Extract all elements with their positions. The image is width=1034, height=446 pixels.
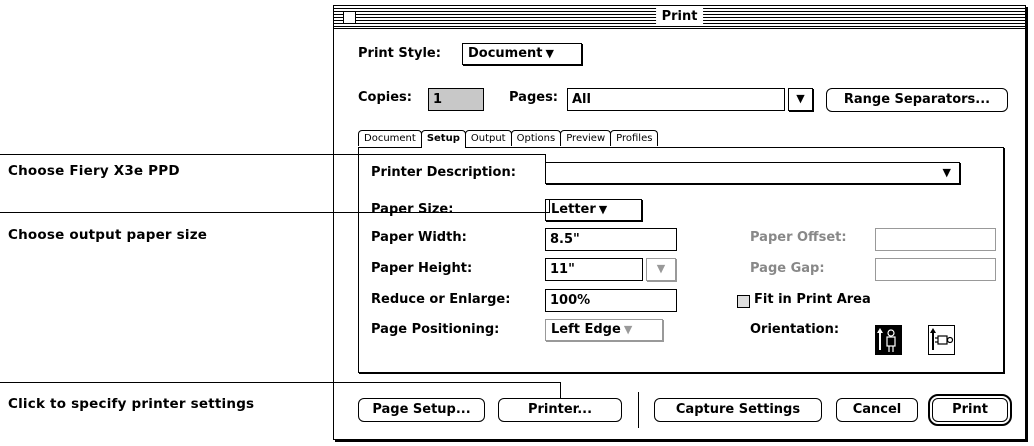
orientation-label: Orientation: <box>750 322 840 337</box>
button-divider <box>638 392 639 428</box>
tab-options[interactable]: Options <box>510 130 562 146</box>
page-gap-label: Page Gap: <box>750 261 825 276</box>
callout-tick-printer-description <box>545 154 546 168</box>
pages-input[interactable]: All <box>567 88 785 111</box>
tab-preview[interactable]: Preview <box>560 130 612 146</box>
printer-description-popup[interactable]: ▼ <box>545 162 960 184</box>
popup-arrow-icon: ▼ <box>545 47 554 60</box>
printer-button[interactable]: Printer... <box>498 398 622 422</box>
paper-height-input[interactable]: 11" <box>545 258 643 281</box>
callout-line-paper-size <box>0 212 550 213</box>
callout-line-printer-description <box>0 154 546 155</box>
page-positioning-label: Page Positioning: <box>371 322 500 337</box>
reduce-enlarge-input[interactable]: 100% <box>545 289 677 312</box>
portrait-icon <box>877 328 896 352</box>
pages-label: Pages: <box>509 90 559 105</box>
print-style-value: Document <box>468 46 543 61</box>
reduce-enlarge-label: Reduce or Enlarge: <box>371 292 511 307</box>
tab-setup[interactable]: Setup <box>420 130 466 148</box>
popup-arrow-icon: ▼ <box>623 323 633 336</box>
fit-in-print-area-label: Fit in Print Area <box>754 292 871 307</box>
fit-in-print-area-checkbox[interactable] <box>737 295 750 308</box>
tab-document[interactable]: Document <box>358 130 422 146</box>
page-gap-input[interactable] <box>875 258 996 281</box>
paper-size-popup[interactable]: Letter ▼ <box>545 199 642 221</box>
copies-label: Copies: <box>358 90 412 105</box>
print-style-popup[interactable]: Document ▼ <box>462 43 582 65</box>
pages-dropdown-button[interactable]: ▼ <box>788 88 813 111</box>
page-setup-button[interactable]: Page Setup... <box>358 398 485 422</box>
orientation-portrait-button[interactable] <box>875 325 902 355</box>
cancel-button[interactable]: Cancel <box>836 398 918 422</box>
close-box-icon[interactable] <box>343 11 356 24</box>
paper-offset-input[interactable] <box>875 228 996 251</box>
copies-input[interactable]: 1 <box>428 88 484 111</box>
print-dialog: Print Print Style: Document ▼ Copies: 1 P… <box>333 5 1026 440</box>
chevron-down-icon: ▼ <box>942 166 951 179</box>
paper-width-label: Paper Width: <box>371 230 467 245</box>
paper-height-dropdown[interactable]: ▼ <box>646 258 676 281</box>
orientation-landscape-button[interactable] <box>928 325 955 355</box>
page-positioning-popup[interactable]: Left Edge ▼ <box>545 319 663 341</box>
tab-profiles[interactable]: Profiles <box>610 130 659 146</box>
callout-line-printer-settings <box>0 382 561 383</box>
capture-settings-button[interactable]: Capture Settings <box>654 398 822 422</box>
landscape-icon <box>930 328 954 350</box>
printer-description-label: Printer Description: <box>371 165 516 180</box>
paper-width-input[interactable]: 8.5" <box>545 228 677 251</box>
callout-tick-printer-settings <box>560 382 561 398</box>
paper-size-label: Paper Size: <box>371 202 454 217</box>
callout-printer-settings: Click to specify printer settings <box>8 396 255 412</box>
tab-output[interactable]: Output <box>464 130 512 146</box>
page-positioning-value: Left Edge <box>551 322 621 337</box>
callout-tick-paper-size <box>549 200 550 213</box>
popup-arrow-icon: ▼ <box>598 203 608 216</box>
paper-offset-label: Paper Offset: <box>750 230 847 245</box>
paper-height-label: Paper Height: <box>371 261 473 276</box>
paper-size-value: Letter <box>551 202 596 217</box>
print-button[interactable]: Print <box>928 394 1012 426</box>
range-separators-button[interactable]: Range Separators... <box>826 88 1008 112</box>
title-bar[interactable]: Print <box>334 6 1025 29</box>
chevron-down-icon: ▼ <box>796 92 805 105</box>
window-title: Print <box>655 8 704 25</box>
print-style-label: Print Style: <box>358 46 441 61</box>
callout-printer-description: Choose Fiery X3e PPD <box>8 163 180 179</box>
chevron-down-icon: ▼ <box>656 262 666 275</box>
tab-bar: Document Setup Output Options Preview Pr… <box>358 130 659 148</box>
callout-paper-size: Choose output paper size <box>8 227 208 243</box>
